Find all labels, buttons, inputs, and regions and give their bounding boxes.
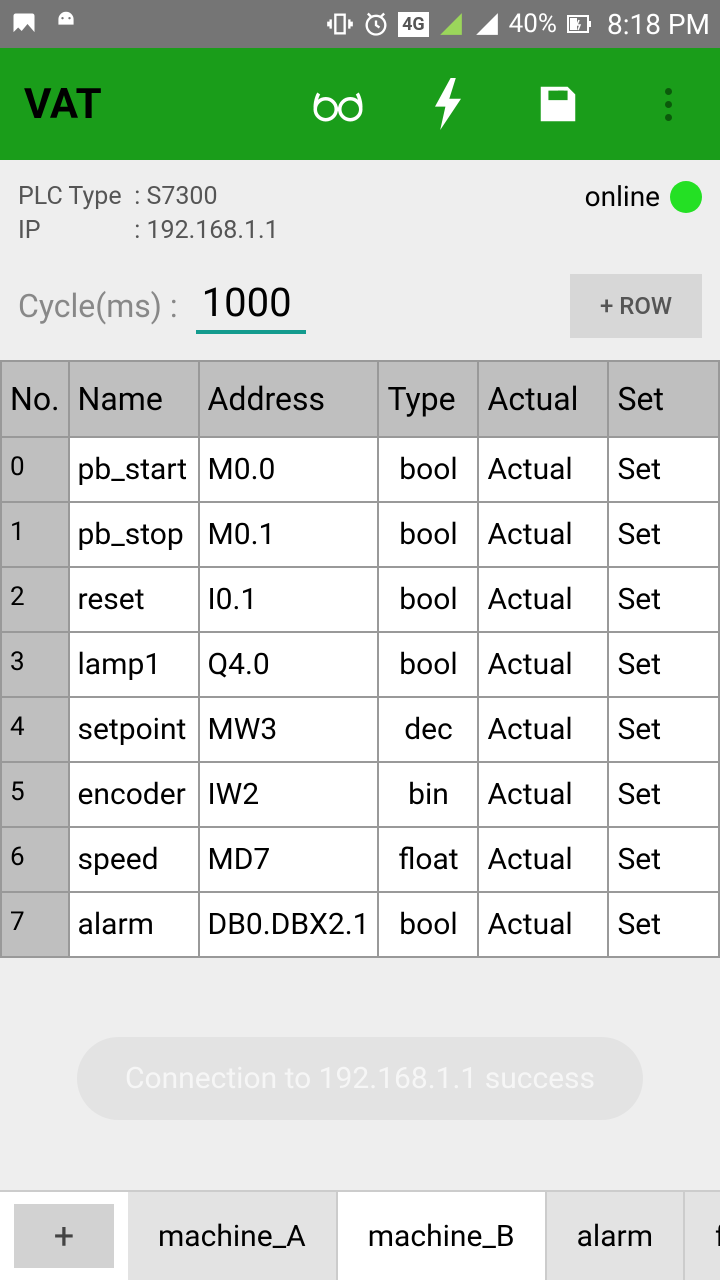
cell-name[interactable]: pb_stop	[69, 502, 199, 567]
app-bar: VAT	[0, 48, 720, 160]
cell-actual[interactable]: Actual	[478, 632, 608, 697]
header-type: Type	[378, 361, 478, 437]
tab-alarm[interactable]: alarm	[547, 1192, 685, 1280]
cell-address[interactable]: MD7	[199, 827, 379, 892]
header-address: Address	[199, 361, 379, 437]
cell-name[interactable]: encoder	[69, 762, 199, 827]
cell-address[interactable]: DB0.DBX2.1	[199, 892, 379, 957]
table-row[interactable]: 7alarmDB0.DBX2.1boolActualSet	[1, 892, 719, 957]
cell-no: 0	[1, 437, 69, 502]
online-indicator-icon	[670, 181, 702, 213]
table-row[interactable]: 6speedMD7floatActualSet	[1, 827, 719, 892]
cell-actual[interactable]: Actual	[478, 502, 608, 567]
clock-time: 8:18 PM	[607, 8, 710, 41]
android-head-icon	[52, 10, 80, 38]
cell-type[interactable]: float	[378, 827, 478, 892]
cell-type[interactable]: bool	[378, 567, 478, 632]
cell-address[interactable]: Q4.0	[199, 632, 379, 697]
table-header-row: No. Name Address Type Actual Set	[1, 361, 719, 437]
alarm-icon	[362, 10, 390, 38]
tab-machine_A[interactable]: machine_A	[128, 1192, 338, 1280]
cell-type[interactable]: bool	[378, 437, 478, 502]
online-status: online	[585, 180, 702, 213]
cell-address[interactable]: IW2	[199, 762, 379, 827]
vat-table: No. Name Address Type Actual Set 0pb_sta…	[0, 360, 720, 958]
cell-set[interactable]: Set	[608, 697, 719, 762]
online-label: online	[585, 180, 660, 213]
android-status-bar: 4G 40% 8:18 PM	[0, 0, 720, 48]
cell-no: 5	[1, 762, 69, 827]
signal-sim1-icon	[437, 10, 465, 38]
cell-name[interactable]: speed	[69, 827, 199, 892]
cell-actual[interactable]: Actual	[478, 697, 608, 762]
cell-name[interactable]: lamp1	[69, 632, 199, 697]
table-row[interactable]: 5encoderIW2binActualSet	[1, 762, 719, 827]
table-row[interactable]: 4setpointMW3decActualSet	[1, 697, 719, 762]
cycle-input[interactable]: 1000	[196, 279, 306, 334]
save-icon[interactable]	[530, 76, 586, 132]
table-row[interactable]: 1pb_stopM0.1boolActualSet	[1, 502, 719, 567]
lightning-icon[interactable]	[420, 76, 476, 132]
tab-fee[interactable]: fee	[685, 1192, 720, 1280]
toast-message: Connection to 192.168.1.1 success	[77, 1037, 643, 1120]
cell-set[interactable]: Set	[608, 762, 719, 827]
bottom-tab-bar: + machine_Amachine_Balarmfee	[0, 1190, 720, 1280]
header-set: Set	[608, 361, 719, 437]
cell-no: 7	[1, 892, 69, 957]
cell-name[interactable]: reset	[69, 567, 199, 632]
header-name: Name	[69, 361, 199, 437]
notification-image-icon	[10, 10, 38, 38]
cell-address[interactable]: MW3	[199, 697, 379, 762]
add-tab-button[interactable]: +	[14, 1204, 114, 1268]
cell-set[interactable]: Set	[608, 437, 719, 502]
cell-actual[interactable]: Actual	[478, 892, 608, 957]
cell-type[interactable]: bool	[378, 502, 478, 567]
cell-address[interactable]: M0.1	[199, 502, 379, 567]
battery-charging-icon	[565, 10, 593, 38]
cell-name[interactable]: alarm	[69, 892, 199, 957]
table-row[interactable]: 0pb_startM0.0boolActualSet	[1, 437, 719, 502]
glasses-icon[interactable]	[310, 76, 366, 132]
app-title: VAT	[24, 80, 102, 129]
cell-name[interactable]: pb_start	[69, 437, 199, 502]
cell-set[interactable]: Set	[608, 892, 719, 957]
more-menu-icon[interactable]	[640, 76, 696, 132]
cell-actual[interactable]: Actual	[478, 437, 608, 502]
cell-set[interactable]: Set	[608, 502, 719, 567]
cell-type[interactable]: dec	[378, 697, 478, 762]
battery-percent: 40%	[509, 9, 557, 39]
cell-name[interactable]: setpoint	[69, 697, 199, 762]
cell-no: 2	[1, 567, 69, 632]
cell-actual[interactable]: Actual	[478, 827, 608, 892]
cell-no: 1	[1, 502, 69, 567]
cell-set[interactable]: Set	[608, 632, 719, 697]
plc-type-label: PLC Type	[18, 180, 128, 214]
cell-actual[interactable]: Actual	[478, 762, 608, 827]
plc-type-value: S7300	[146, 182, 217, 211]
add-row-button[interactable]: + ROW	[570, 274, 702, 338]
cell-no: 4	[1, 697, 69, 762]
cell-address[interactable]: I0.1	[199, 567, 379, 632]
cell-address[interactable]: M0.0	[199, 437, 379, 502]
tab-machine_B[interactable]: machine_B	[338, 1192, 547, 1280]
ip-value: 192.168.1.1	[146, 216, 278, 245]
network-4g-icon: 4G	[398, 12, 429, 37]
header-no: No.	[1, 361, 69, 437]
table-row[interactable]: 3lamp1Q4.0boolActualSet	[1, 632, 719, 697]
signal-sim2-icon	[473, 10, 501, 38]
cell-set[interactable]: Set	[608, 567, 719, 632]
cell-type[interactable]: bin	[378, 762, 478, 827]
cell-type[interactable]: bool	[378, 632, 478, 697]
ip-label: IP	[18, 214, 128, 248]
table-row[interactable]: 2resetI0.1boolActualSet	[1, 567, 719, 632]
cell-no: 3	[1, 632, 69, 697]
cell-no: 6	[1, 827, 69, 892]
cycle-label: Cycle(ms) :	[18, 287, 178, 325]
cell-type[interactable]: bool	[378, 892, 478, 957]
vibrate-icon	[326, 10, 354, 38]
cell-actual[interactable]: Actual	[478, 567, 608, 632]
header-actual: Actual	[478, 361, 608, 437]
cell-set[interactable]: Set	[608, 827, 719, 892]
info-panel: PLC Type : S7300 IP : 192.168.1.1 online…	[0, 160, 720, 360]
